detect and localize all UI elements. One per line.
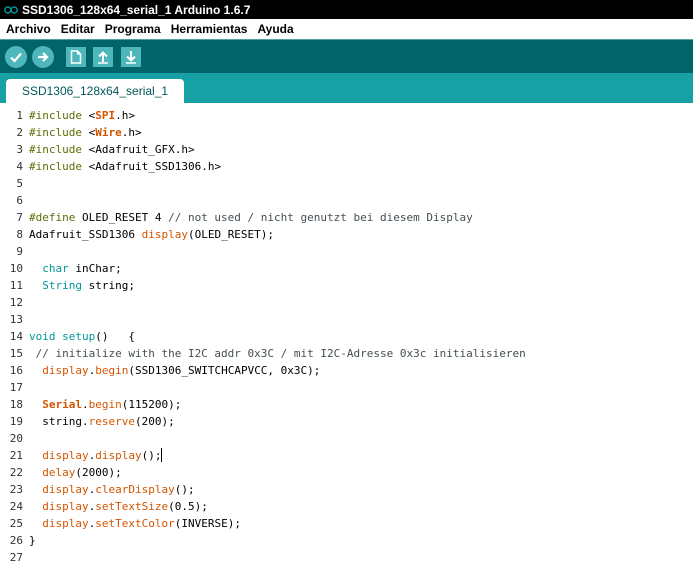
- line-number: 22: [9, 466, 23, 479]
- arrow-up-icon: [98, 51, 108, 64]
- code-text: #include <SPI.h>: [29, 109, 135, 122]
- line-number: 12: [9, 296, 23, 309]
- new-sketch-button[interactable]: [66, 47, 86, 67]
- line-number: 10: [9, 262, 23, 275]
- line-number: 21: [9, 449, 23, 462]
- code-text: display.setTextSize(0.5);: [42, 500, 208, 513]
- line-number: 26: [9, 534, 23, 547]
- code-text: display.begin(SSD1306_SWITCHCAPVCC, 0x3C…: [42, 364, 321, 377]
- verify-button[interactable]: [5, 46, 27, 68]
- window-title: SSD1306_128x64_serial_1 Arduino 1.6.7: [22, 2, 251, 17]
- line-number: 5: [16, 177, 23, 190]
- title-bar: SSD1306_128x64_serial_1 Arduino 1.6.7: [0, 0, 693, 19]
- line-number: 9: [16, 245, 23, 258]
- code-line[interactable]: 23 display.clearDisplay();: [0, 481, 693, 498]
- code-line[interactable]: 25 display.setTextColor(INVERSE);: [0, 515, 693, 532]
- code-line[interactable]: 19 string.reserve(200);: [0, 413, 693, 430]
- code-line[interactable]: 13: [0, 311, 693, 328]
- code-text: }: [29, 534, 36, 547]
- code-line[interactable]: 2 #include <Wire.h>: [0, 124, 693, 141]
- save-sketch-button[interactable]: [121, 47, 141, 67]
- code-text: // initialize with the I2C addr 0x3C / m…: [29, 347, 526, 360]
- line-number: 24: [9, 500, 23, 513]
- arduino-ide-window: SSD1306_128x64_serial_1 Arduino 1.6.7 Ar…: [0, 0, 693, 561]
- code-text: string.reserve(200);: [29, 415, 175, 428]
- code-line[interactable]: 10 char inChar;: [0, 260, 693, 277]
- code-line[interactable]: 12: [0, 294, 693, 311]
- code-line[interactable]: 21 display.display();: [0, 447, 693, 464]
- line-number: 16: [9, 364, 23, 377]
- code-text: String string;: [42, 279, 135, 292]
- code-text: display.display();: [42, 448, 163, 462]
- line-number: 17: [9, 381, 23, 394]
- line-number: 20: [9, 432, 23, 445]
- tab-label: SSD1306_128x64_serial_1: [21, 84, 169, 98]
- code-line[interactable]: 1 #include <SPI.h>: [0, 107, 693, 124]
- arduino-logo-icon: [4, 5, 18, 15]
- code-text: #include <Wire.h>: [29, 126, 142, 139]
- line-number: 15: [9, 347, 23, 360]
- code-text: #include <Adafruit_SSD1306.h>: [29, 160, 222, 173]
- tab-strip: SSD1306_128x64_serial_1: [0, 73, 693, 103]
- line-number: 18: [9, 398, 23, 411]
- line-number: 3: [16, 143, 23, 156]
- code-line[interactable]: 17: [0, 379, 693, 396]
- upload-button[interactable]: [32, 46, 54, 68]
- code-line[interactable]: 24 display.setTextSize(0.5);: [0, 498, 693, 515]
- code-line[interactable]: 11 String string;: [0, 277, 693, 294]
- line-number: 25: [9, 517, 23, 530]
- tab-sketch[interactable]: SSD1306_128x64_serial_1: [6, 79, 184, 103]
- code-line[interactable]: 14 void setup() {: [0, 328, 693, 345]
- code-line[interactable]: 15 // initialize with the I2C addr 0x3C …: [0, 345, 693, 362]
- line-number: 11: [9, 279, 23, 292]
- code-line[interactable]: 4 #include <Adafruit_SSD1306.h>: [0, 158, 693, 175]
- code-line[interactable]: 27: [0, 549, 693, 561]
- line-number: 4: [16, 160, 23, 173]
- menu-ayuda[interactable]: Ayuda: [252, 19, 298, 39]
- line-number: 23: [9, 483, 23, 496]
- code-line[interactable]: 18 Serial.begin(115200);: [0, 396, 693, 413]
- line-number: 19: [9, 415, 23, 428]
- text-cursor: [161, 448, 163, 462]
- open-sketch-button[interactable]: [93, 47, 113, 67]
- line-number: 1: [16, 109, 23, 122]
- code-text: Adafruit_SSD1306 display(OLED_RESET);: [29, 228, 275, 241]
- code-text: char inChar;: [42, 262, 122, 275]
- menu-herramientas[interactable]: Herramientas: [166, 19, 253, 39]
- menu-archivo[interactable]: Archivo: [0, 19, 56, 39]
- code-text: #define OLED_RESET 4 // not used / nicht…: [29, 211, 473, 224]
- toolbar: [0, 39, 693, 73]
- line-number: 8: [16, 228, 23, 241]
- checkmark-icon: [10, 52, 22, 63]
- line-number: 7: [16, 211, 23, 224]
- arrow-right-icon: [38, 52, 49, 62]
- code-editor[interactable]: 1 #include <SPI.h> 2 #include <Wire.h> 3 #inc…: [0, 103, 693, 561]
- code-line[interactable]: 5: [0, 175, 693, 192]
- line-number: 27: [9, 551, 23, 561]
- arrow-down-icon: [126, 51, 136, 64]
- code-line[interactable]: 22 delay(2000);: [0, 464, 693, 481]
- line-number: 6: [16, 194, 23, 207]
- code-text: #include <Adafruit_GFX.h>: [29, 143, 195, 156]
- line-number: 13: [9, 313, 23, 326]
- code-line[interactable]: 16 display.begin(SSD1306_SWITCHCAPVCC, 0…: [0, 362, 693, 379]
- code-line[interactable]: 8 Adafruit_SSD1306 display(OLED_RESET);: [0, 226, 693, 243]
- code-text: void setup() {: [29, 330, 135, 343]
- code-text: delay(2000);: [42, 466, 122, 479]
- code-line[interactable]: 9: [0, 243, 693, 260]
- code-text: display.setTextColor(INVERSE);: [42, 517, 241, 530]
- code-line[interactable]: 26}: [0, 532, 693, 549]
- menu-bar: Archivo Editar Programa Herramientas Ayu…: [0, 19, 693, 39]
- code-line[interactable]: 20: [0, 430, 693, 447]
- code-line[interactable]: 3 #include <Adafruit_GFX.h>: [0, 141, 693, 158]
- menu-programa[interactable]: Programa: [100, 19, 166, 39]
- code-text: display.clearDisplay();: [42, 483, 195, 496]
- code-line[interactable]: 6: [0, 192, 693, 209]
- line-number: 2: [16, 126, 23, 139]
- code-text: Serial.begin(115200);: [42, 398, 182, 411]
- line-number: 14: [9, 330, 23, 343]
- file-icon: [70, 50, 82, 64]
- menu-editar[interactable]: Editar: [56, 19, 100, 39]
- code-line[interactable]: 7 #define OLED_RESET 4 // not used / nich…: [0, 209, 693, 226]
